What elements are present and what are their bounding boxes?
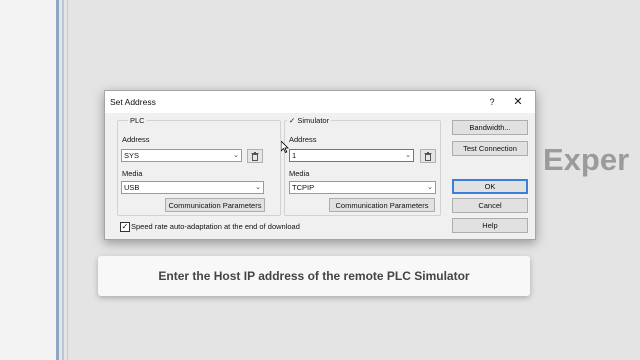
plc-address-label: Address [122, 135, 150, 144]
simulator-address-value: 1 [292, 151, 297, 160]
chevron-down-icon: ⌄ [405, 152, 411, 159]
plc-address-value: SYS [124, 151, 140, 160]
dialog-titlebar: Set Address ? ✕ [105, 91, 535, 113]
simulator-media-label: Media [289, 169, 310, 178]
left-border-tertiary [67, 0, 68, 360]
speed-rate-label: Speed rate auto-adaptation at the end of… [131, 222, 300, 231]
mouse-cursor-icon [280, 140, 289, 158]
help-button[interactable]: Help [452, 218, 528, 233]
instruction-caption: Enter the Host IP address of the remote … [98, 256, 530, 296]
simulator-group-label: Simulator [297, 116, 330, 125]
simulator-media-value: TCPIP [292, 183, 315, 192]
chevron-down-icon: ⌄ [427, 184, 433, 191]
trash-icon [251, 151, 259, 161]
close-icon[interactable]: ✕ [511, 95, 525, 109]
simulator-address-label: Address [289, 135, 317, 144]
plc-group: PLC Address SYS ⌄ Media USB ⌄ Communicat… [117, 116, 281, 216]
chevron-down-icon: ⌄ [233, 152, 239, 159]
plc-group-label: PLC [128, 116, 147, 126]
simulator-trash-button[interactable] [420, 149, 436, 163]
help-icon[interactable]: ? [485, 95, 499, 109]
left-border-secondary [62, 0, 64, 360]
ok-button[interactable]: OK [452, 179, 528, 194]
background-heading: Exper [543, 142, 630, 177]
trash-icon [424, 151, 432, 161]
plc-trash-button[interactable] [247, 149, 263, 163]
simulator-address-input[interactable]: 1 ⌄ [289, 149, 414, 162]
simulator-media-select[interactable]: TCPIP ⌄ [289, 181, 436, 194]
simulator-checkmark-icon[interactable]: ✓ [289, 116, 295, 125]
bandwidth-button[interactable]: Bandwidth... [452, 120, 528, 135]
left-border [56, 0, 59, 360]
set-address-dialog: Set Address ? ✕ PLC Address SYS ⌄ Media … [104, 90, 536, 240]
plc-address-select[interactable]: SYS ⌄ [121, 149, 242, 162]
simulator-group: ✓ Simulator Address 1 ⌄ Media TCPIP ⌄ Co… [284, 116, 441, 216]
chevron-down-icon: ⌄ [255, 184, 261, 191]
simulator-communication-parameters-button[interactable]: Communication Parameters [329, 198, 435, 212]
dialog-title: Set Address [110, 97, 156, 107]
plc-communication-parameters-button[interactable]: Communication Parameters [165, 198, 265, 212]
plc-media-value: USB [124, 183, 140, 192]
test-connection-button[interactable]: Test Connection [452, 141, 528, 156]
plc-media-label: Media [122, 169, 143, 178]
cancel-button[interactable]: Cancel [452, 198, 528, 213]
left-panel [0, 0, 56, 360]
plc-media-select[interactable]: USB ⌄ [121, 181, 264, 194]
speed-rate-checkbox[interactable]: ✓ [120, 222, 130, 232]
simulator-group-header: ✓ Simulator [287, 116, 332, 126]
